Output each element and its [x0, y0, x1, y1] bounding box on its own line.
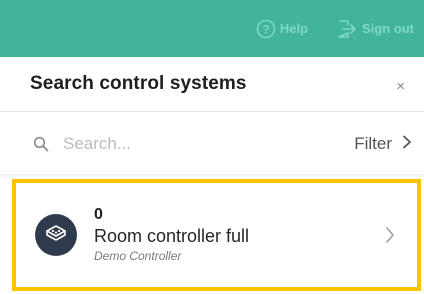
svg-text:?: ?	[262, 22, 269, 36]
help-icon: ?	[256, 19, 276, 39]
panel-title: Search control systems	[30, 73, 247, 94]
top-bar: ? Help Sign out	[0, 0, 424, 57]
sign-out-icon	[336, 19, 358, 39]
help-button[interactable]: ? Help	[256, 19, 308, 39]
avatar	[35, 214, 77, 256]
controller-icon	[44, 222, 68, 249]
chevron-right-icon	[402, 134, 412, 154]
item-number: 0	[94, 206, 103, 223]
highlighted-result-frame: 0 Room controller full Demo Controller	[12, 179, 421, 291]
close-icon: ×	[396, 77, 405, 95]
close-button[interactable]: ×	[396, 74, 405, 95]
search-icon	[33, 136, 49, 152]
filter-button[interactable]: Filter	[354, 134, 412, 154]
chevron-right-icon	[385, 226, 395, 244]
sign-out-button[interactable]: Sign out	[336, 19, 414, 39]
sign-out-label: Sign out	[362, 21, 414, 36]
search-bar: Filter	[0, 113, 424, 174]
item-text: 0 Room controller full Demo Controller	[94, 206, 385, 264]
help-label: Help	[279, 21, 308, 36]
search-input[interactable]	[63, 133, 355, 154]
item-name: Room controller full	[94, 226, 250, 246]
panel-header: Search control systems ×	[0, 57, 424, 112]
item-type: Demo Controller	[94, 249, 182, 263]
list-item[interactable]: 0 Room controller full Demo Controller	[16, 183, 417, 287]
filter-label: Filter	[354, 133, 392, 153]
